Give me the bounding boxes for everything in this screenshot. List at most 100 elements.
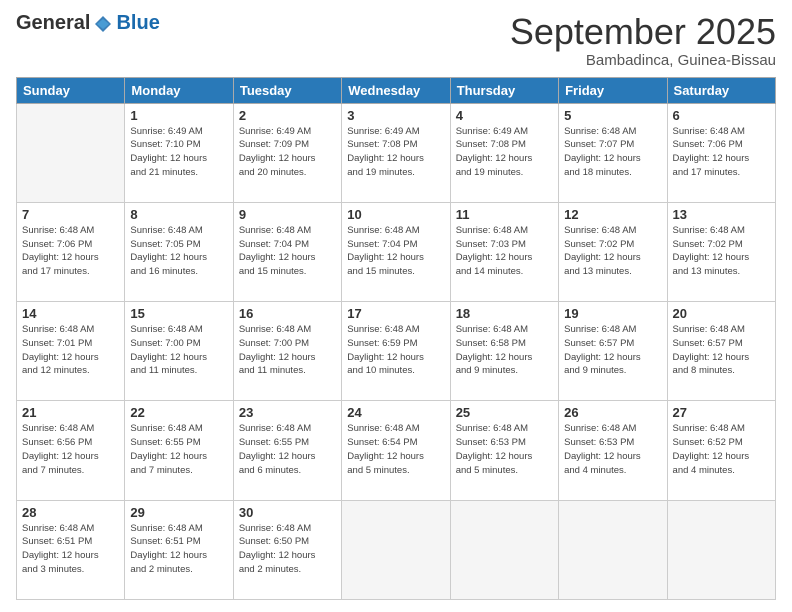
day-number: 21 <box>22 405 119 420</box>
table-row: 2 Sunrise: 6:49 AMSunset: 7:09 PMDaylight… <box>233 103 341 202</box>
table-row: 26 Sunrise: 6:48 AMSunset: 6:53 PMDayligh… <box>559 401 667 500</box>
header-saturday: Saturday <box>667 77 775 103</box>
table-row: 6Sunrise: 6:48 AMSunset: 7:06 PMDaylight… <box>667 103 775 202</box>
day-info: Sunrise: 6:48 AMSunset: 6:59 PMDaylight:… <box>347 323 444 378</box>
logo-text: General Blue <box>16 12 160 35</box>
week-row-3: 14 Sunrise: 6:48 AMSunset: 7:01 PMDayligh… <box>17 302 776 401</box>
table-row: 15 Sunrise: 6:48 AMSunset: 7:00 PMDayligh… <box>125 302 233 401</box>
table-row: 8 Sunrise: 6:48 AMSunset: 7:05 PMDaylight… <box>125 202 233 301</box>
day-info: Sunrise: 6:48 AMSunset: 7:07 PMDaylight:… <box>564 125 661 180</box>
week-row-4: 21 Sunrise: 6:48 AMSunset: 6:56 PMDayligh… <box>17 401 776 500</box>
day-info: Sunrise: 6:48 AMSunset: 7:02 PMDaylight:… <box>564 224 661 279</box>
table-row: 24Sunrise: 6:48 AMSunset: 6:54 PMDayligh… <box>342 401 450 500</box>
day-info: Sunrise: 6:48 AMSunset: 6:55 PMDaylight:… <box>130 422 227 477</box>
table-row: 16 Sunrise: 6:48 AMSunset: 7:00 PMDayligh… <box>233 302 341 401</box>
title-block: September 2025 Bambadinca, Guinea-Bissau <box>510 12 776 69</box>
day-number: 26 <box>564 405 661 420</box>
day-number: 25 <box>456 405 553 420</box>
header-sunday: Sunday <box>17 77 125 103</box>
table-row: 21 Sunrise: 6:48 AMSunset: 6:56 PMDayligh… <box>17 401 125 500</box>
day-number: 27 <box>673 405 770 420</box>
day-info: Sunrise: 6:48 AMSunset: 7:03 PMDaylight:… <box>456 224 553 279</box>
day-info: Sunrise: 6:48 AMSunset: 7:01 PMDaylight:… <box>22 323 119 378</box>
day-number: 20 <box>673 306 770 321</box>
day-number: 11 <box>456 207 553 222</box>
day-number: 13 <box>673 207 770 222</box>
day-info: Sunrise: 6:48 AMSunset: 6:55 PMDaylight:… <box>239 422 336 477</box>
table-row: 14 Sunrise: 6:48 AMSunset: 7:01 PMDayligh… <box>17 302 125 401</box>
day-info: Sunrise: 6:48 AMSunset: 6:56 PMDaylight:… <box>22 422 119 477</box>
day-number: 3 <box>347 108 444 123</box>
day-info: Sunrise: 6:49 AMSunset: 7:08 PMDaylight:… <box>347 125 444 180</box>
table-row: 5 Sunrise: 6:48 AMSunset: 7:07 PMDaylight… <box>559 103 667 202</box>
day-info: Sunrise: 6:48 AMSunset: 6:54 PMDaylight:… <box>347 422 444 477</box>
day-number: 15 <box>130 306 227 321</box>
day-info: Sunrise: 6:48 AMSunset: 6:57 PMDaylight:… <box>564 323 661 378</box>
table-row: 23 Sunrise: 6:48 AMSunset: 6:55 PMDayligh… <box>233 401 341 500</box>
table-row: 22 Sunrise: 6:48 AMSunset: 6:55 PMDayligh… <box>125 401 233 500</box>
page: General Blue September 2025 Bambadinca, … <box>0 0 792 612</box>
day-number: 19 <box>564 306 661 321</box>
day-info: Sunrise: 6:48 AMSunset: 6:51 PMDaylight:… <box>130 522 227 577</box>
table-row: 18 Sunrise: 6:48 AMSunset: 6:58 PMDayligh… <box>450 302 558 401</box>
table-row: 29 Sunrise: 6:48 AMSunset: 6:51 PMDayligh… <box>125 500 233 599</box>
table-row: 17 Sunrise: 6:48 AMSunset: 6:59 PMDayligh… <box>342 302 450 401</box>
day-number: 28 <box>22 505 119 520</box>
table-row: 9 Sunrise: 6:48 AMSunset: 7:04 PMDaylight… <box>233 202 341 301</box>
day-number: 2 <box>239 108 336 123</box>
table-row: 4 Sunrise: 6:49 AMSunset: 7:08 PMDaylight… <box>450 103 558 202</box>
calendar: Sunday Monday Tuesday Wednesday Thursday… <box>16 77 776 600</box>
day-number: 1 <box>130 108 227 123</box>
logo: General Blue <box>16 12 160 35</box>
table-row: 19 Sunrise: 6:48 AMSunset: 6:57 PMDayligh… <box>559 302 667 401</box>
day-number: 29 <box>130 505 227 520</box>
day-number: 14 <box>22 306 119 321</box>
table-row <box>667 500 775 599</box>
table-row: 20 Sunrise: 6:48 AMSunset: 6:57 PMDayligh… <box>667 302 775 401</box>
day-info: Sunrise: 6:48 AMSunset: 6:53 PMDaylight:… <box>564 422 661 477</box>
header-thursday: Thursday <box>450 77 558 103</box>
day-info: Sunrise: 6:48 AMSunset: 7:04 PMDaylight:… <box>239 224 336 279</box>
day-number: 23 <box>239 405 336 420</box>
calendar-body: 1Sunrise: 6:49 AMSunset: 7:10 PMDaylight… <box>17 103 776 599</box>
header-tuesday: Tuesday <box>233 77 341 103</box>
week-row-2: 7Sunrise: 6:48 AMSunset: 7:06 PMDaylight… <box>17 202 776 301</box>
day-number: 9 <box>239 207 336 222</box>
day-info: Sunrise: 6:48 AMSunset: 7:02 PMDaylight:… <box>673 224 770 279</box>
day-number: 8 <box>130 207 227 222</box>
day-number: 6 <box>673 108 770 123</box>
day-info: Sunrise: 6:48 AMSunset: 7:04 PMDaylight:… <box>347 224 444 279</box>
day-info: Sunrise: 6:48 AMSunset: 6:57 PMDaylight:… <box>673 323 770 378</box>
logo-general: General <box>16 12 90 35</box>
header-friday: Friday <box>559 77 667 103</box>
day-number: 17 <box>347 306 444 321</box>
day-info: Sunrise: 6:48 AMSunset: 6:50 PMDaylight:… <box>239 522 336 577</box>
day-info: Sunrise: 6:48 AMSunset: 6:58 PMDaylight:… <box>456 323 553 378</box>
day-info: Sunrise: 6:48 AMSunset: 7:05 PMDaylight:… <box>130 224 227 279</box>
day-number: 4 <box>456 108 553 123</box>
header-monday: Monday <box>125 77 233 103</box>
table-row: 27Sunrise: 6:48 AMSunset: 6:52 PMDayligh… <box>667 401 775 500</box>
day-number: 5 <box>564 108 661 123</box>
day-number: 30 <box>239 505 336 520</box>
table-row: 11 Sunrise: 6:48 AMSunset: 7:03 PMDayligh… <box>450 202 558 301</box>
day-number: 18 <box>456 306 553 321</box>
table-row <box>342 500 450 599</box>
day-number: 10 <box>347 207 444 222</box>
day-info: Sunrise: 6:48 AMSunset: 7:00 PMDaylight:… <box>239 323 336 378</box>
day-info: Sunrise: 6:49 AMSunset: 7:09 PMDaylight:… <box>239 125 336 180</box>
calendar-header: Sunday Monday Tuesday Wednesday Thursday… <box>17 77 776 103</box>
weekday-header-row: Sunday Monday Tuesday Wednesday Thursday… <box>17 77 776 103</box>
table-row: 28Sunrise: 6:48 AMSunset: 6:51 PMDayligh… <box>17 500 125 599</box>
header-wednesday: Wednesday <box>342 77 450 103</box>
month-title: September 2025 <box>510 12 776 52</box>
week-row-1: 1Sunrise: 6:49 AMSunset: 7:10 PMDaylight… <box>17 103 776 202</box>
day-number: 16 <box>239 306 336 321</box>
logo-blue: Blue <box>116 12 159 35</box>
day-info: Sunrise: 6:48 AMSunset: 7:00 PMDaylight:… <box>130 323 227 378</box>
day-info: Sunrise: 6:49 AMSunset: 7:08 PMDaylight:… <box>456 125 553 180</box>
table-row <box>559 500 667 599</box>
table-row <box>450 500 558 599</box>
day-number: 22 <box>130 405 227 420</box>
table-row: 10 Sunrise: 6:48 AMSunset: 7:04 PMDayligh… <box>342 202 450 301</box>
